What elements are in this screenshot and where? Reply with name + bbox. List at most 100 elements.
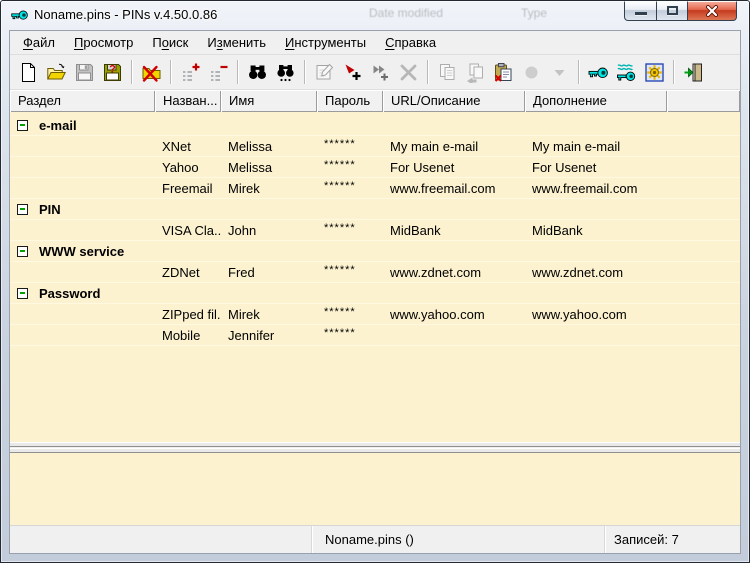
cell-login: Jennifer <box>228 327 275 343</box>
new-file-button[interactable] <box>14 59 42 86</box>
cell-password: ****** <box>324 327 356 339</box>
add-subitem-button <box>366 59 394 86</box>
splitter-bar <box>10 442 740 447</box>
entry-row[interactable]: ZDNet Fred ****** www.zdnet.com www.zdnet.co… <box>10 262 740 283</box>
menu-item-0[interactable]: Файл <box>15 32 63 53</box>
add-category-icon <box>180 62 201 83</box>
title-bar[interactable]: Noname.pins - PINs v.4.50.0.86 Date modi… <box>1 1 749 30</box>
dropdown-arrow-button <box>545 59 573 86</box>
delete-item-icon <box>398 62 419 83</box>
cell-notes: www.freemail.com <box>532 180 638 196</box>
category-label: PIN <box>39 201 61 217</box>
cell-password: ****** <box>324 306 356 318</box>
cell-notes: www.yahoo.com <box>532 306 627 322</box>
column-header-5[interactable]: Дополнение <box>525 90 667 112</box>
generate-password-button[interactable] <box>584 59 612 86</box>
column-header-1[interactable]: Назван... <box>155 90 221 112</box>
copy-item-icon <box>437 62 458 83</box>
save-file-button <box>70 59 98 86</box>
cell-name: ZIPped fil... <box>162 306 221 322</box>
close-button[interactable] <box>687 1 737 21</box>
add-item-button[interactable] <box>338 59 366 86</box>
entry-row[interactable]: ZIPped fil... Mirek ****** www.yahoo.com www… <box>10 304 740 325</box>
toolbar-separator <box>237 60 238 84</box>
save-as-button[interactable]: ? <box>98 59 126 86</box>
menubar: Файл Просмотр Поиск Изменить Инструменты Спра… <box>10 31 740 55</box>
add-category-button[interactable] <box>176 59 204 86</box>
splitter-handle[interactable] <box>10 442 740 453</box>
menu-item-3[interactable]: Изменить <box>199 32 274 53</box>
cell-url: MidBank <box>390 222 441 238</box>
options-icon <box>644 62 665 83</box>
entry-row[interactable]: Yahoo Melissa ****** For Usenet For Usenet <box>10 157 740 178</box>
category-row[interactable]: Password <box>10 283 740 304</box>
open-file-button[interactable] <box>42 59 70 86</box>
delete-item-button <box>394 59 422 86</box>
entry-row[interactable]: XNet Melissa ****** My main e-mail My main e… <box>10 136 740 157</box>
entry-row[interactable]: VISA Cla... John ****** MidBank MidBank <box>10 220 740 241</box>
menu-item-5[interactable]: Справка <box>377 32 444 53</box>
list-header: Раздел Назван... Имя Пароль URL/Описание Допо… <box>10 90 740 112</box>
cell-url: www.zdnet.com <box>390 264 482 280</box>
cell-name: Mobile <box>162 327 201 343</box>
toolbar: ? <box>10 55 740 90</box>
collapse-toggle-icon[interactable] <box>17 245 28 257</box>
cell-name: VISA Cla... <box>162 222 221 238</box>
category-row[interactable]: PIN <box>10 199 740 220</box>
edit-item-icon <box>314 62 335 83</box>
entry-row[interactable]: Freemail Mirek ****** www.freemail.com www.f… <box>10 178 740 199</box>
cell-notes: For Usenet <box>532 159 597 175</box>
column-header-4[interactable]: URL/Описание <box>383 90 525 112</box>
paste-special-icon <box>493 62 514 83</box>
app-window: Noname.pins - PINs v.4.50.0.86 Date modi… <box>0 0 750 563</box>
paste-special-button[interactable] <box>489 59 517 86</box>
cell-url: www.freemail.com <box>390 180 496 196</box>
cell-password: ****** <box>324 138 356 150</box>
collapse-toggle-icon[interactable] <box>17 119 28 131</box>
cell-name: XNet <box>162 138 191 154</box>
minimize-button[interactable] <box>624 1 657 21</box>
cell-password: ****** <box>324 264 356 276</box>
collapse-toggle-icon[interactable] <box>17 203 28 215</box>
maximize-button[interactable] <box>656 1 688 21</box>
cell-login: Fred <box>228 264 255 280</box>
close-file-button[interactable] <box>137 59 165 86</box>
category-row[interactable]: e-mail <box>10 115 740 136</box>
record-button <box>517 59 545 86</box>
maximize-icon <box>667 6 678 15</box>
options-button[interactable] <box>640 59 668 86</box>
column-header-0[interactable]: Раздел <box>10 90 155 112</box>
password-list-button[interactable] <box>612 59 640 86</box>
save-as-icon: ? <box>102 62 123 83</box>
edit-item-button <box>310 59 338 86</box>
toolbar-separator <box>673 60 674 84</box>
cell-login: Mirek <box>228 180 260 196</box>
remove-category-icon <box>208 62 229 83</box>
menu-item-4[interactable]: Инструменты <box>277 32 374 53</box>
remove-category-button[interactable] <box>204 59 232 86</box>
menu-item-2[interactable]: Поиск <box>144 32 196 53</box>
password-list-icon <box>616 62 637 83</box>
cell-name: Yahoo <box>162 159 199 175</box>
column-header-6[interactable] <box>667 90 740 112</box>
column-header-3[interactable]: Пароль <box>317 90 383 112</box>
cell-name: Freemail <box>162 180 213 196</box>
entries-list: e-mail XNet Melissa ****** My main e-mail My … <box>10 112 740 442</box>
category-row[interactable]: WWW service <box>10 241 740 262</box>
detail-pane <box>10 453 740 525</box>
cell-login: Mirek <box>228 306 260 322</box>
entries-view: Раздел Назван... Имя Пароль URL/Описание Допо… <box>10 90 740 442</box>
find-next-button[interactable] <box>271 59 299 86</box>
find-button[interactable] <box>243 59 271 86</box>
collapse-toggle-icon[interactable] <box>17 287 28 299</box>
exit-button[interactable] <box>679 59 707 86</box>
minimize-icon <box>634 12 647 15</box>
cell-login: Melissa <box>228 159 273 175</box>
category-label: Password <box>39 285 101 301</box>
column-header-2[interactable]: Имя <box>221 90 317 112</box>
open-file-icon <box>46 62 67 83</box>
menu-item-1[interactable]: Просмотр <box>66 32 141 53</box>
add-subitem-icon <box>370 62 391 83</box>
entry-row[interactable]: Mobile Jennifer ****** <box>10 325 740 346</box>
record-icon <box>521 62 542 83</box>
